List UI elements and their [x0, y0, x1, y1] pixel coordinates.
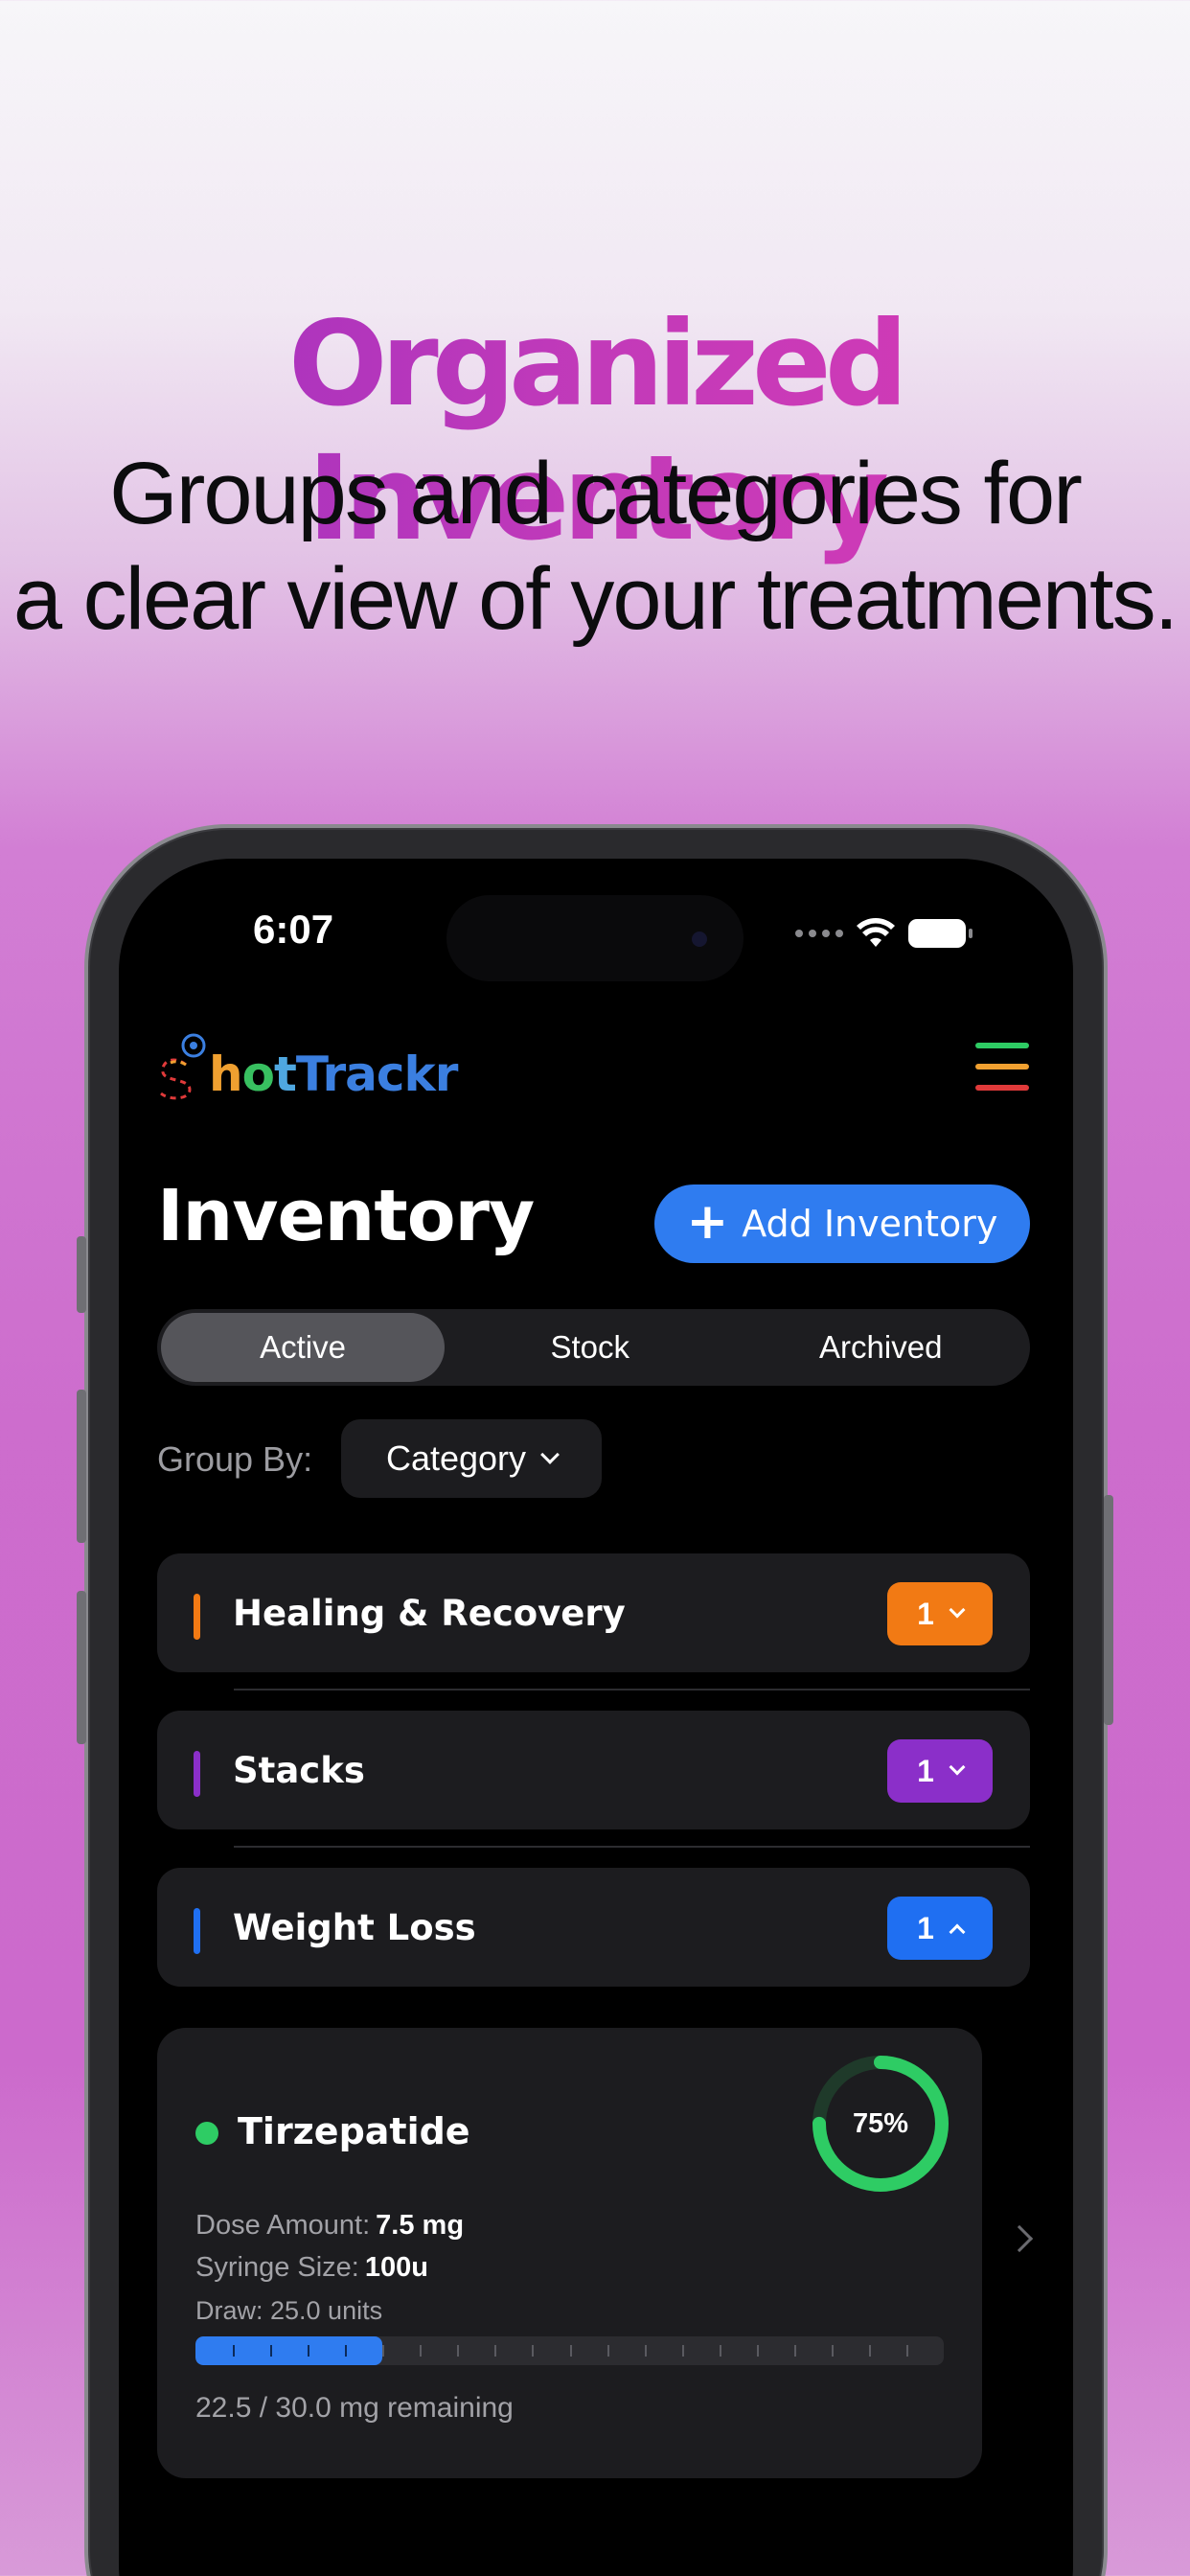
app-logo: hotTrackr [157, 1026, 459, 1103]
syringe-size-value: 100u [364, 2252, 428, 2283]
phone-volume-up-button [77, 1390, 86, 1543]
group-by-value: Category [385, 1438, 527, 1478]
category-count: 1 [917, 1596, 934, 1631]
draw-tick [345, 2345, 348, 2357]
status-time: 6:07 [253, 907, 334, 952]
phone-action-button [77, 1236, 86, 1313]
tab-active[interactable]: Active [161, 1313, 445, 1382]
category-count-badge[interactable]: 1 [887, 1897, 993, 1960]
logo-word-trackr: Trackr [295, 1046, 459, 1102]
draw-tick [868, 2345, 871, 2357]
draw-tick [532, 2345, 535, 2357]
draw-tick [457, 2345, 460, 2357]
draw-tick [905, 2345, 908, 2357]
category-color-bar [194, 1908, 200, 1954]
logo-target-s-icon [160, 1033, 206, 1100]
category-count-badge[interactable]: 1 [887, 1582, 993, 1645]
draw-tick [756, 2345, 759, 2357]
battery-icon [908, 919, 973, 948]
syringe-size-label: Syringe Size: [195, 2252, 359, 2283]
draw-tick [644, 2345, 647, 2357]
chevron-right-icon[interactable] [1005, 2224, 1034, 2253]
draw-tick [831, 2345, 834, 2357]
status-tabs: Active Stock Archived [157, 1309, 1030, 1386]
add-inventory-button[interactable]: + Add Inventory [654, 1184, 1030, 1263]
category-color-bar [194, 1751, 200, 1797]
remaining-amount: 22.5 / 30.0 mg remaining [195, 2392, 514, 2424]
wifi-icon [857, 918, 895, 947]
category-name: Healing & Recovery [233, 1593, 626, 1634]
draw-tick [308, 2345, 310, 2357]
draw-tick [270, 2345, 273, 2357]
dose-amount-row: Dose Amount: 7.5 mg [195, 2206, 464, 2244]
category-row-stacks[interactable]: Stacks 1 [157, 1711, 1030, 1829]
item-status-dot [195, 2122, 218, 2145]
draw-tick [569, 2345, 572, 2357]
draw-tick [793, 2345, 796, 2357]
logo-letter-h: h [209, 1046, 243, 1102]
chevron-down-icon [949, 1601, 966, 1619]
divider [234, 1846, 1030, 1848]
promo-subline-1: Groups and categories for [109, 445, 1083, 542]
draw-tick [233, 2345, 236, 2357]
dose-amount-label: Dose Amount: [195, 2210, 371, 2241]
status-icons [795, 914, 973, 953]
draw-tick [606, 2345, 609, 2357]
inventory-item-card[interactable]: Tirzepatide 75% Dose Amount: 7.5 mg Syrin… [157, 2028, 982, 2478]
progress-percent: 75% [852, 2107, 909, 2139]
chevron-down-icon [540, 1445, 560, 1464]
draw-tick [494, 2345, 497, 2357]
draw-tick [382, 2345, 385, 2357]
logo-letter-o: o [241, 1046, 275, 1102]
syringe-size-row: Syringe Size: 100u [195, 2248, 428, 2287]
hamburger-menu-icon[interactable] [975, 1043, 1029, 1092]
category-count: 1 [917, 1753, 934, 1788]
item-name: Tirzepatide [238, 2110, 470, 2152]
draw-tick [681, 2345, 684, 2357]
tab-stock[interactable]: Stock [445, 1313, 736, 1382]
phone-power-button [1104, 1495, 1113, 1725]
phone-screen: 6:07 hotTrackr Inventory + Add Inventory… [119, 859, 1073, 2576]
group-by-label: Group By: [157, 1439, 313, 1479]
phone-volume-down-button [77, 1591, 86, 1744]
group-by-dropdown[interactable]: Category [341, 1419, 602, 1498]
camera-dot [692, 932, 707, 947]
page-title: Inventory [157, 1175, 535, 1257]
draw-tick [719, 2345, 721, 2357]
category-count: 1 [917, 1910, 934, 1945]
draw-syringe-fill [195, 2336, 383, 2365]
divider [234, 1689, 1030, 1690]
draw-label: Draw: 25.0 units [195, 2296, 383, 2325]
plus-icon: + [686, 1193, 729, 1251]
category-row-healing-recovery[interactable]: Healing & Recovery 1 [157, 1553, 1030, 1672]
category-row-weight-loss[interactable]: Weight Loss 1 [157, 1868, 1030, 1987]
category-count-badge[interactable]: 1 [887, 1739, 993, 1803]
chevron-up-icon [949, 1923, 966, 1941]
draw-tick [420, 2345, 423, 2357]
add-inventory-label: Add Inventory [742, 1203, 998, 1245]
promo-subline-2: a clear view of your treatments. [12, 550, 1179, 648]
category-color-bar [194, 1594, 200, 1640]
dose-amount-value: 7.5 mg [376, 2210, 465, 2241]
tab-archived[interactable]: Archived [736, 1313, 1027, 1382]
logo-letter-t: t [273, 1046, 297, 1102]
draw-syringe-bar [195, 2336, 944, 2365]
cellular-dots-icon [795, 930, 843, 937]
category-name: Stacks [233, 1750, 365, 1791]
chevron-down-icon [949, 1759, 966, 1776]
category-name: Weight Loss [233, 1907, 476, 1948]
